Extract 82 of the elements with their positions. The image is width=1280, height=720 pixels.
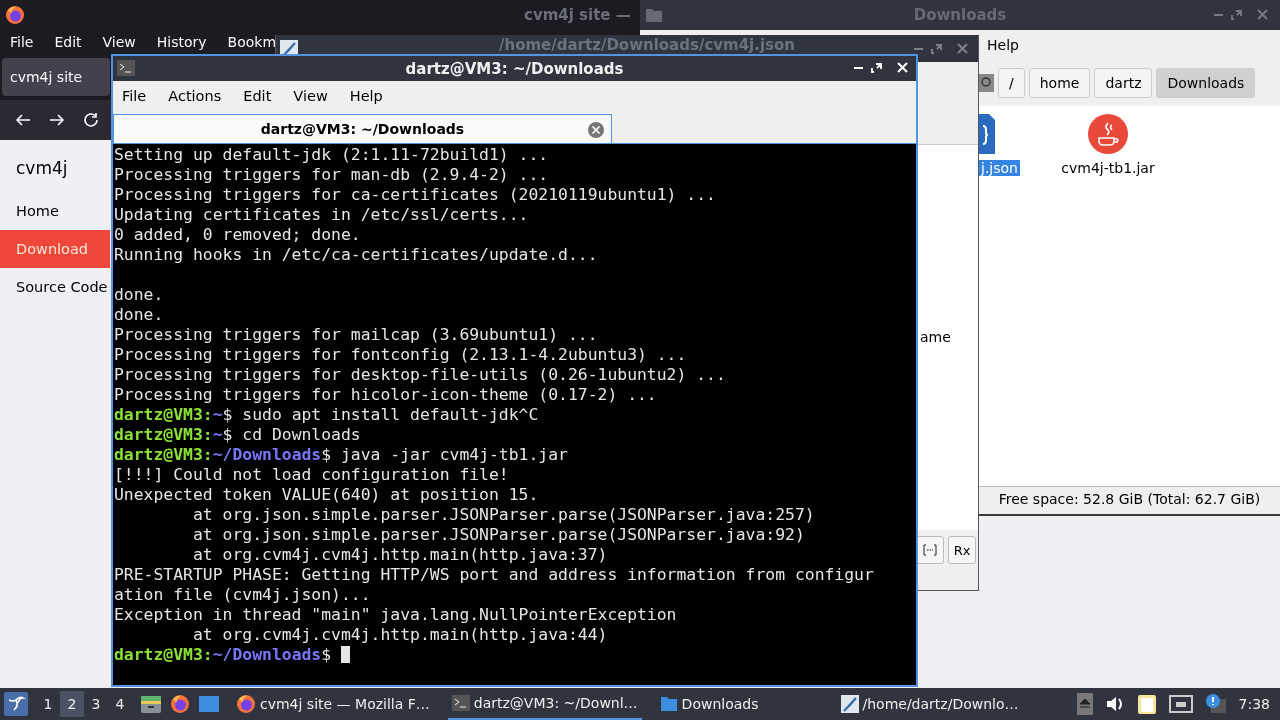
terminal-output: at org.cvm4j.cvm4j.http.main(http.java:44) (191, 625, 609, 645)
taskbar-task[interactable]: dartz@VM3: ~/Downl… (447, 688, 642, 720)
workspace-button[interactable]: 3 (84, 691, 108, 717)
close-icon[interactable] (587, 121, 605, 139)
whole-word-button[interactable] (916, 536, 944, 564)
menu-item[interactable]: File (122, 88, 147, 104)
column-header: ame (920, 329, 951, 345)
workspace-button[interactable]: 1 (36, 691, 60, 717)
terminal-output: Running hooks in /etc/ca-certificates/update.d... (114, 245, 599, 265)
terminal-output: at org.json.simple.parser.JSONParser.parse(JSONParser.java:92) (191, 525, 806, 545)
taskbar-task[interactable]: cvm4j site — Mozilla F… (232, 688, 434, 720)
terminal-output: Processing triggers for fontconfig (2.13.1-4.2ubuntu3) ... (114, 345, 688, 365)
workspace-button[interactable]: 4 (108, 691, 132, 717)
regex-button[interactable]: Rx (948, 536, 976, 564)
terminal-output: [!!!] Could not load configuration file! (114, 465, 510, 485)
path-button[interactable]: / (998, 68, 1025, 98)
path-button[interactable]: dartz (1094, 68, 1153, 98)
window-icon[interactable] (198, 694, 220, 714)
terminal-output: 0 added, 0 removed; done. (114, 225, 362, 245)
terminal-output: done. (114, 285, 165, 305)
terminal-prompt-line: dartz@VM3:~$ cd Downloads (114, 425, 362, 445)
workspace-button[interactable]: 2 (60, 691, 84, 717)
taskbar-task[interactable]: Downloads (655, 688, 763, 720)
file-cabinet-icon[interactable] (140, 694, 162, 714)
network-icon[interactable] (1168, 694, 1193, 714)
terminal-output: Processing triggers for mailcap (3.69ubuntu1) ... (114, 325, 599, 345)
menu-item[interactable]: Bookm (227, 34, 277, 50)
firefox-icon (236, 694, 256, 714)
terminal-output: Processing triggers for desktop-file-utils (0.26-1ubuntu2) ... (114, 365, 727, 385)
window-title: /home/dartz/Downloads/cvm4j.json (499, 35, 795, 54)
terminal-output: PRE-STARTUP PHASE: Getting HTTP/WS port and address information from configur (114, 565, 875, 585)
window-title: cvm4j site — (524, 6, 631, 24)
menu-item[interactable]: Help (987, 37, 1019, 53)
clock: 7:38 (1238, 696, 1270, 712)
path-button[interactable]: Downloads (1156, 68, 1256, 98)
terminal-output: Processing triggers for man-db (2.9.4-2) ... (114, 165, 550, 185)
feather-icon (840, 695, 859, 713)
taskbar-task[interactable]: /home/dartz/Downlo… (836, 688, 1023, 720)
start-menu-icon[interactable] (4, 692, 28, 716)
clipboard-icon[interactable] (1136, 693, 1157, 715)
terminal-output: at org.json.simple.parser.JSONParser.parse(JSONParser.java:257) (191, 505, 816, 525)
terminal-prompt-line: dartz@VM3:~/Downloads$ java -jar cvm4j-tb1.jar (114, 445, 569, 465)
terminal-prompt-line: dartz@VM3:~/Downloads$ (114, 645, 916, 665)
file-name[interactable]: cvm4j-tb1.jar (1061, 160, 1155, 176)
browser-tab[interactable]: cvm4j site (2, 58, 110, 96)
menu-item[interactable]: View (293, 88, 328, 104)
terminal-output: Updating certificates in /etc/ssl/certs... (114, 205, 530, 225)
java-file-icon (1088, 114, 1128, 154)
terminal-output: Processing triggers for hicolor-icon-theme (0.17-2) ... (114, 385, 658, 405)
nav-link[interactable]: Source Code (0, 268, 110, 306)
menu-item[interactable]: Actions (168, 88, 222, 104)
terminal-output: done. (114, 305, 165, 325)
menu-item[interactable]: Edit (243, 88, 272, 104)
terminal-output: Exception in thread "main" java.lang.NullPointerException (114, 605, 678, 625)
nav-link[interactable]: Home (0, 192, 110, 230)
menu-item[interactable]: View (102, 34, 136, 50)
volume-icon[interactable] (1104, 694, 1125, 714)
menu-item[interactable]: History (156, 34, 207, 50)
terminal-tab[interactable]: dartz@VM3: ~/Downloads (113, 114, 612, 143)
terminal-output: Processing triggers for ca-certificates (20210119ubuntu1) ... (114, 185, 717, 205)
terminal-output: ation file (cvm4j.json)... (114, 585, 372, 605)
menu-item[interactable]: Edit (54, 34, 82, 50)
brackets-icon (923, 544, 937, 556)
terminal-output: at org.cvm4j.cvm4j.http.main(http.java:37) (191, 545, 609, 565)
firefox-icon[interactable] (170, 694, 190, 714)
folder-icon (659, 695, 678, 713)
terminal-prompt-line: dartz@VM3:~$ sudo apt install default-jdk^C (114, 405, 540, 425)
path-button[interactable]: home (1028, 68, 1091, 98)
reload-icon[interactable] (82, 111, 100, 129)
menu-item[interactable]: Help (349, 88, 383, 104)
menu-item[interactable]: File (10, 34, 34, 50)
eject-icon[interactable] (1076, 693, 1093, 715)
terminal-output: Unexpected token VALUE(640) at position 15. (114, 485, 540, 505)
firefox-icon (5, 5, 25, 25)
notification-icon[interactable] (1204, 693, 1227, 715)
folder-icon (645, 7, 663, 23)
site-title: cvm4j (15, 158, 69, 180)
window-title: dartz@VM3: ~/Downloads (405, 59, 624, 78)
terminal-icon (451, 695, 470, 711)
file-name[interactable]: j.json (979, 160, 1020, 176)
terminal-icon (117, 60, 135, 76)
terminal-output: Setting up default-jdk (2:1.11-72build1) ... (114, 145, 550, 165)
